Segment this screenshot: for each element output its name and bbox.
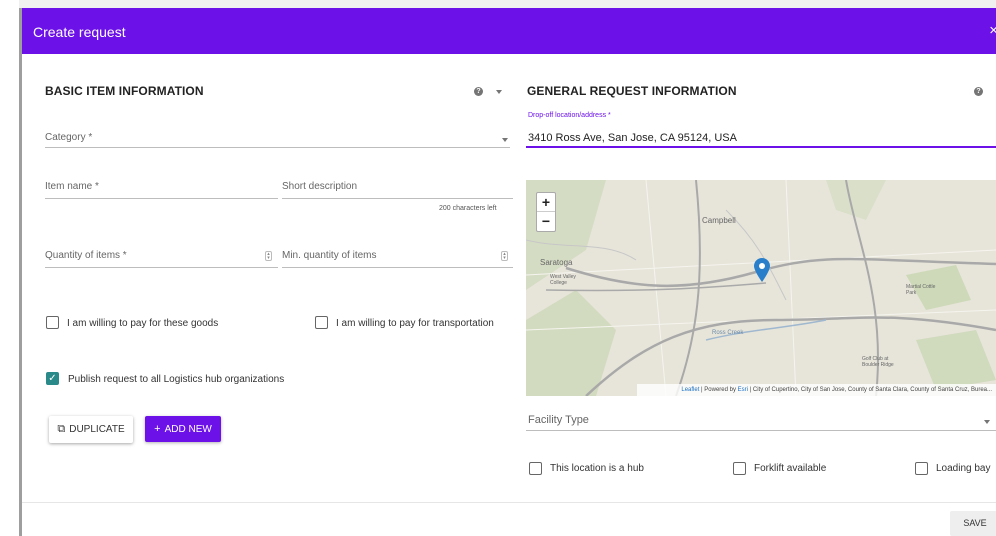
short-description-underline: [282, 198, 513, 199]
map-label-martial: Martial Cottle Park: [906, 284, 936, 296]
plus-icon: +: [154, 423, 161, 435]
collapse-caret-icon[interactable]: [496, 90, 502, 94]
pay-goods-checkbox[interactable]: [46, 316, 59, 329]
map-label-campbell: Campbell: [702, 216, 736, 225]
min-quantity-stepper[interactable]: ▴ ▾: [501, 251, 508, 261]
add-new-label: ADD NEW: [164, 424, 212, 435]
footer-divider: [22, 502, 996, 503]
hub-checkbox[interactable]: [529, 462, 542, 475]
chevron-down-icon: [984, 420, 990, 424]
chevron-down-icon: [502, 138, 508, 142]
category-label: Category *: [45, 132, 93, 143]
save-button[interactable]: SAVE: [950, 511, 996, 536]
pay-transport-label: I am willing to pay for transportation: [336, 318, 494, 329]
map-pin-icon[interactable]: [754, 258, 770, 282]
zoom-control: + −: [536, 192, 556, 232]
dropoff-label: Drop-off location/address *: [528, 112, 611, 119]
create-request-dialog: Create request × BASIC ITEM INFORMATION …: [22, 8, 996, 536]
map-attribution: Leaflet | Powered by Esri | City of Cupe…: [637, 384, 996, 396]
item-name-underline: [45, 198, 278, 199]
loading-bay-label: Loading bay: [936, 463, 991, 474]
dialog-title: Create request: [33, 24, 126, 40]
map-label-saratoga: Saratoga: [540, 258, 573, 267]
close-icon[interactable]: ×: [989, 22, 996, 39]
publish-checkbox[interactable]: ✓: [46, 372, 59, 385]
dialog-titlebar: Create request ×: [22, 8, 996, 54]
publish-label: Publish request to all Logistics hub org…: [68, 374, 285, 385]
pay-transport-checkbox[interactable]: [315, 316, 328, 329]
short-description-label: Short description: [282, 181, 358, 192]
item-name-label: Item name *: [45, 181, 99, 192]
loading-bay-checkbox[interactable]: [915, 462, 928, 475]
esri-link[interactable]: Esri: [738, 387, 748, 393]
add-new-button[interactable]: + ADD NEW: [145, 416, 221, 442]
hub-label: This location is a hub: [550, 463, 644, 474]
category-underline: [45, 147, 510, 148]
copy-icon: ⧉: [57, 423, 66, 435]
facility-type-underline: [526, 430, 996, 431]
powered-by-text: | Powered by: [701, 387, 736, 393]
help-icon[interactable]: ?: [974, 87, 983, 96]
duplicate-label: DUPLICATE: [69, 424, 125, 435]
map-label-west-valley: West Valley College: [550, 274, 576, 286]
quantity-label: Quantity of items *: [45, 250, 127, 261]
basic-section-title: BASIC ITEM INFORMATION: [45, 84, 204, 98]
dropoff-underline: [526, 146, 996, 148]
forklift-label: Forklift available: [754, 463, 827, 474]
leaflet-link[interactable]: Leaflet: [681, 387, 699, 393]
zoom-in-button[interactable]: +: [537, 193, 555, 212]
min-quantity-label: Min. quantity of items: [282, 250, 377, 261]
map-label-golf: Golf Club at Boulder Ridge: [862, 356, 894, 368]
characters-left-hint: 200 characters left: [439, 205, 497, 212]
map-label-ross-creek: Ross Creek: [712, 330, 744, 336]
forklift-checkbox[interactable]: [733, 462, 746, 475]
facility-type-label: Facility Type: [528, 414, 589, 426]
window-top-edge: [19, 0, 996, 8]
dropoff-value[interactable]: 3410 Ross Ave, San Jose, CA 95124, USA: [528, 132, 737, 144]
zoom-out-button[interactable]: −: [537, 212, 555, 231]
help-icon[interactable]: ?: [474, 87, 483, 96]
attribution-text: | City of Cupertino, City of San Jose, C…: [749, 387, 992, 393]
general-section-title: GENERAL REQUEST INFORMATION: [527, 84, 737, 98]
quantity-underline: [45, 267, 278, 268]
pay-goods-label: I am willing to pay for these goods: [67, 318, 219, 329]
duplicate-button[interactable]: ⧉ DUPLICATE: [49, 416, 133, 443]
quantity-stepper[interactable]: ▴ ▾: [265, 251, 272, 261]
location-map[interactable]: + − Campbell Saratoga West Valley Colleg…: [526, 180, 996, 396]
min-quantity-underline: [282, 267, 513, 268]
